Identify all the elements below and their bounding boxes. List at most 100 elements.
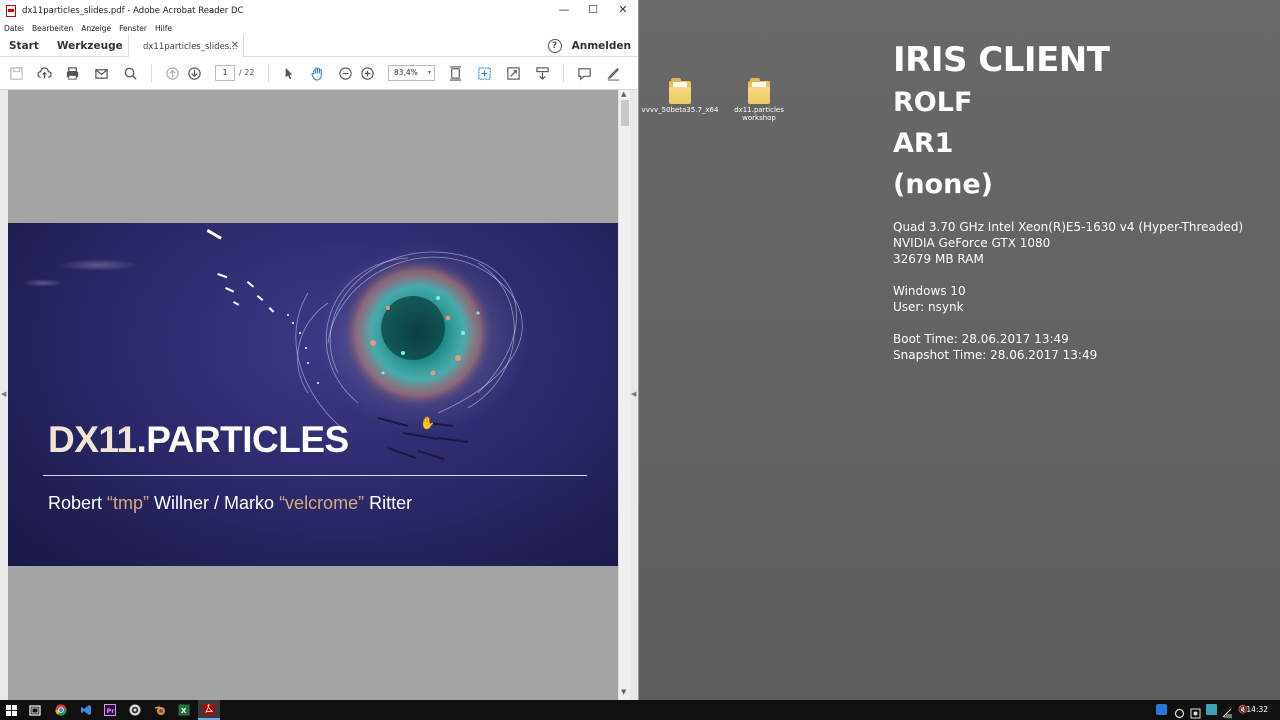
minimize-button[interactable]: — xyxy=(549,0,579,22)
hand-cursor-icon: ✋ xyxy=(420,416,435,430)
email-icon[interactable] xyxy=(94,66,109,81)
task-view-icon[interactable] xyxy=(28,703,42,717)
tab-document-label: dx11particles_slides... xyxy=(143,41,238,52)
page-canvas[interactable]: DX11.PARTICLES Robert “tmp” Willner / Ma… xyxy=(8,90,618,700)
page-total: / 22 xyxy=(239,68,255,77)
bginfo-none-line: (none) xyxy=(893,169,993,200)
print-icon[interactable] xyxy=(65,66,80,81)
visual-studio-icon[interactable] xyxy=(79,703,93,717)
tab-werkzeuge[interactable]: Werkzeuge xyxy=(48,40,132,52)
bginfo-ar-line: AR1 xyxy=(893,128,954,159)
maximize-button[interactable]: ☐ xyxy=(578,0,608,22)
acrobat-icon[interactable] xyxy=(198,700,220,720)
network-icon[interactable] xyxy=(1156,704,1167,715)
bginfo-gpu: NVIDIA GeForce GTX 1080 xyxy=(893,236,1051,250)
sync-icon[interactable] xyxy=(1174,704,1185,719)
menu-hilfe[interactable]: Hilfe xyxy=(155,24,172,33)
desktop-folder-dx11-workshop[interactable]: dx11.particles workshop xyxy=(719,78,799,122)
close-button[interactable]: ✕ xyxy=(608,0,638,22)
read-mode-icon[interactable] xyxy=(535,66,550,81)
search-icon[interactable] xyxy=(123,66,138,81)
tab-start[interactable]: Start xyxy=(0,40,48,52)
scrollbar-thumb[interactable] xyxy=(621,100,629,126)
select-cursor-icon[interactable] xyxy=(281,66,296,81)
menu-fenster[interactable]: Fenster xyxy=(119,24,147,33)
vpn-icon[interactable] xyxy=(1190,704,1201,719)
premiere-icon[interactable]: Pr xyxy=(103,703,117,717)
slide-title-suffix: .PARTICLES xyxy=(136,419,350,460)
bginfo-boot-time: Boot Time: 28.06.2017 13:49 xyxy=(893,332,1069,346)
menu-bearbeiten[interactable]: Bearbeiten xyxy=(32,24,73,33)
zoom-in-icon[interactable] xyxy=(360,66,375,81)
slide-divider xyxy=(43,475,587,476)
desktop-folder-label: dx11.particles workshop xyxy=(734,106,784,122)
fit-width-icon[interactable] xyxy=(477,66,492,81)
bginfo-ram: 32679 MB RAM xyxy=(893,252,984,266)
bginfo-snapshot-time: Snapshot Time: 28.06.2017 13:49 xyxy=(893,348,1098,362)
menu-anzeige[interactable]: Anzeige xyxy=(81,24,111,33)
chrome-icon[interactable] xyxy=(54,703,68,717)
comment-icon[interactable] xyxy=(577,66,592,81)
display-icon[interactable] xyxy=(1206,704,1217,715)
bginfo-os: Windows 10 xyxy=(893,284,966,298)
desktop-folder-vvvv[interactable]: vvvv_50beta35.7_x64 xyxy=(640,78,720,114)
upload-icon[interactable] xyxy=(37,66,52,81)
document-view: ◀ DX11.PARTICLES Robert “tmp” Willner / … xyxy=(0,90,638,700)
svg-text:X: X xyxy=(181,707,187,715)
wifi-icon[interactable] xyxy=(1222,704,1233,718)
obs-icon[interactable] xyxy=(128,703,142,717)
prev-page-icon[interactable] xyxy=(165,66,180,81)
left-pane-handle[interactable]: ◀ xyxy=(0,90,8,700)
slide-title-prefix: DX11 xyxy=(48,419,137,460)
bginfo-hostname: IRIS CLIENT xyxy=(893,40,1110,80)
vertical-scrollbar[interactable]: ▲ ▼ xyxy=(618,90,630,700)
expand-right-icon: ◀ xyxy=(631,390,637,398)
folder-icon xyxy=(748,78,770,104)
slide-page: DX11.PARTICLES Robert “tmp” Willner / Ma… xyxy=(8,223,618,566)
tab-document[interactable]: dx11particles_slides... ✕ xyxy=(128,35,244,58)
acrobat-window: dx11particles_slides.pdf - Adobe Acrobat… xyxy=(0,0,639,700)
next-page-icon[interactable] xyxy=(187,66,202,81)
subtitle-nickname: “velcrome” xyxy=(279,493,365,513)
save-icon[interactable] xyxy=(9,66,24,81)
desktop-folder-label: vvvv_50beta35.7_x64 xyxy=(641,106,719,114)
menu-bar: Datei Bearbeiten Anzeige Fenster Hilfe xyxy=(0,22,638,35)
subtitle-part: Ritter xyxy=(364,493,413,513)
slide-title: DX11.PARTICLES xyxy=(48,419,349,461)
bginfo-user-line: ROLF xyxy=(893,87,973,118)
sign-in-button[interactable]: Anmelden xyxy=(572,40,631,52)
help-icon[interactable]: ? xyxy=(547,39,562,53)
blender-icon[interactable] xyxy=(153,703,167,717)
folder-icon xyxy=(669,78,691,104)
bginfo-cpu: Quad 3.70 GHz Intel Xeon(R)E5-1630 v4 (H… xyxy=(893,220,1244,234)
scroll-up-icon[interactable]: ▲ xyxy=(621,90,626,98)
fit-page-icon[interactable] xyxy=(448,66,463,81)
expand-left-icon: ◀ xyxy=(1,390,7,398)
subtitle-part: Robert xyxy=(48,493,108,513)
fullscreen-icon[interactable] xyxy=(506,66,521,81)
right-pane-handle[interactable]: ◀ xyxy=(630,90,638,700)
page-number-input[interactable]: 1 xyxy=(215,65,235,81)
close-tab-icon[interactable]: ✕ xyxy=(231,40,239,51)
excel-icon[interactable]: X xyxy=(177,703,191,717)
zoom-out-icon[interactable] xyxy=(338,66,353,81)
hand-tool-icon[interactable] xyxy=(310,66,325,81)
subtitle-part: Willner / Marko xyxy=(149,493,280,513)
taskbar-clock[interactable]: 14:32 xyxy=(1246,700,1268,720)
taskbar: Pr X 🔇 14:32 xyxy=(0,700,1280,720)
slide-subtitle: Robert “tmp” Willner / Marko “velcrome” … xyxy=(48,493,412,514)
window-titlebar[interactable]: dx11particles_slides.pdf - Adobe Acrobat… xyxy=(0,0,638,22)
menu-datei[interactable]: Datei xyxy=(4,24,24,33)
zoom-select[interactable]: 83,4% ▾ xyxy=(388,65,435,81)
windows-start-icon[interactable] xyxy=(4,703,18,717)
acrobat-pdf-icon xyxy=(6,5,16,17)
sign-icon[interactable] xyxy=(606,66,621,81)
svg-text:Pr: Pr xyxy=(107,707,116,715)
particle-swirl-graphic xyxy=(23,229,528,460)
zoom-value: 83,4% xyxy=(394,68,418,77)
scroll-down-icon[interactable]: ▼ xyxy=(621,688,626,696)
tab-bar: Start Werkzeuge dx11particles_slides... … xyxy=(0,35,638,58)
toolbar: 1 / 22 83,4% ▾ xyxy=(0,57,638,90)
bginfo-user: User: nsynk xyxy=(893,300,964,314)
bginfo-panel: IRIS CLIENT ROLF AR1 (none) Quad 3.70 GH… xyxy=(893,38,1243,363)
